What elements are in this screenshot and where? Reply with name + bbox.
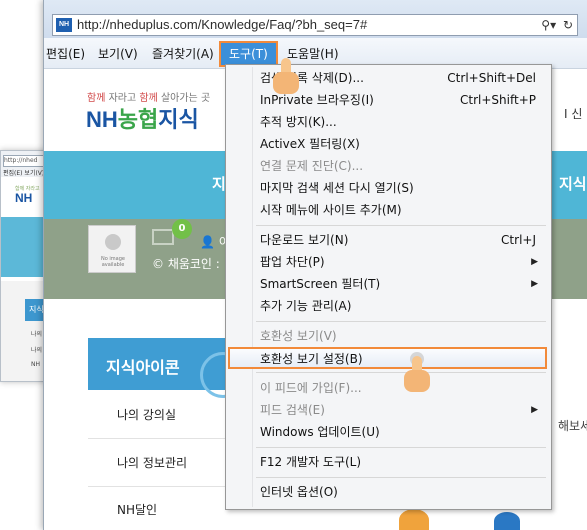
menu-item-smartscreen[interactable]: SmartScreen 필터(T) ▶ <box>260 274 544 294</box>
band-title: 지 <box>212 175 226 193</box>
avatar: No image available <box>88 225 136 273</box>
menu-item-activex-filtering[interactable]: ActiveX 필터링(X) <box>260 134 544 154</box>
divider <box>88 438 228 439</box>
search-icon[interactable]: ⚲▾ <box>541 18 556 32</box>
background-side-item: 나의 <box>31 331 43 338</box>
menu-separator <box>256 372 546 373</box>
submenu-arrow-icon: ▶ <box>531 405 538 415</box>
background-side-item: 나의 <box>31 347 43 354</box>
menu-item-developer-tools[interactable]: F12 개발자 도구(L) <box>260 452 544 472</box>
avatar-caption: No image available <box>101 256 125 268</box>
menu-item-tracking-protection[interactable]: 추적 방지(K)... <box>260 112 544 132</box>
right-snippet-text: 해보세 <box>558 419 587 433</box>
background-logo: NH <box>15 191 33 205</box>
menu-separator <box>256 477 546 478</box>
site-favicon-icon: NH <box>56 18 72 32</box>
refresh-icon[interactable]: ↻ <box>563 18 573 32</box>
pointer-hand-icon <box>271 58 301 94</box>
site-logo[interactable]: NH농협지식 <box>86 102 199 134</box>
menu-item-compat-view-settings[interactable]: 호환성 보기 설정(B) <box>228 347 547 369</box>
band-right-title: 지식나 <box>559 175 587 193</box>
menu-separator <box>256 321 546 322</box>
menu-item-inprivate[interactable]: InPrivate 브라우징(I) Ctrl+Shift+P <box>260 90 544 110</box>
mail-icon[interactable] <box>152 229 174 245</box>
avatar-head <box>105 234 121 250</box>
ie-icon <box>494 512 520 530</box>
pointer-hand-icon <box>402 352 432 392</box>
submenu-arrow-icon: ▶ <box>531 257 538 267</box>
address-bar-area: NH http://nheduplus.com/Knowledge/Faq/?b… <box>44 0 587 38</box>
address-bar[interactable]: NH http://nheduplus.com/Knowledge/Faq/?b… <box>52 14 578 36</box>
menu-icon-gutter <box>252 67 253 507</box>
address-tools: ⚲▾ ↻ <box>538 16 573 34</box>
background-menubar: 편집(E) 보기(V) <box>3 170 45 177</box>
menu-item-compat-view: 호환성 보기(V) <box>260 329 337 343</box>
menu-item-internet-options[interactable]: 인터넷 옵션(O) <box>260 482 544 502</box>
menu-item-view-downloads[interactable]: 다운로드 보기(N) Ctrl+J <box>260 230 544 250</box>
decorative-icon <box>399 509 429 530</box>
message-count-badge: 0 <box>172 219 192 239</box>
menu-item-reopen-session[interactable]: 마지막 검색 세션 다시 열기(S) <box>260 178 544 198</box>
coin-info: © 채움코인 : <box>152 257 220 271</box>
menu-view[interactable]: 보기(V) <box>98 45 138 62</box>
sidebar-item-my-classroom[interactable]: 나의 강의실 <box>117 406 176 423</box>
menu-edit[interactable]: 편집(E) <box>46 45 85 62</box>
knowledge-icon-title: 지식아이콘 <box>106 358 180 377</box>
sidebar-item-nh-master[interactable]: NH달인 <box>117 501 157 518</box>
sidebar-item-my-info[interactable]: 나의 정보관리 <box>117 454 187 471</box>
menu-item-add-to-start[interactable]: 시작 메뉴에 사이트 추가(M) <box>260 200 544 220</box>
menu-separator <box>256 225 546 226</box>
menu-item-delete-history[interactable]: 검색 기록 삭제(D)... Ctrl+Shift+Del <box>260 68 544 88</box>
menu-item-diagnose-connection: 연결 문제 진단(C)... <box>260 159 364 173</box>
knowledge-icon-box[interactable]: 지식아이콘 <box>88 338 246 398</box>
menu-item-popup-blocker[interactable]: 팝업 차단(P) ▶ <box>260 252 544 272</box>
menu-favorites[interactable]: 즐겨찾기(A) <box>152 45 214 62</box>
background-side-item: NH <box>31 361 40 368</box>
menu-item-windows-update[interactable]: Windows 업데이트(U) <box>260 422 544 442</box>
submenu-arrow-icon: ▶ <box>531 279 538 289</box>
divider <box>88 486 228 487</box>
menu-item-feed-discovery: 피드 검색(E) ▶ <box>260 400 544 420</box>
address-url[interactable]: http://nheduplus.com/Knowledge/Faq/?bh_s… <box>77 16 367 34</box>
tools-dropdown-menu: 검색 기록 삭제(D)... Ctrl+Shift+Del InPrivate 브… <box>225 64 552 510</box>
menu-item-manage-addons[interactable]: 추가 기능 관리(A) <box>260 296 544 316</box>
header-right-text: I 신 ㅎ <box>564 107 587 121</box>
menu-separator <box>256 447 546 448</box>
